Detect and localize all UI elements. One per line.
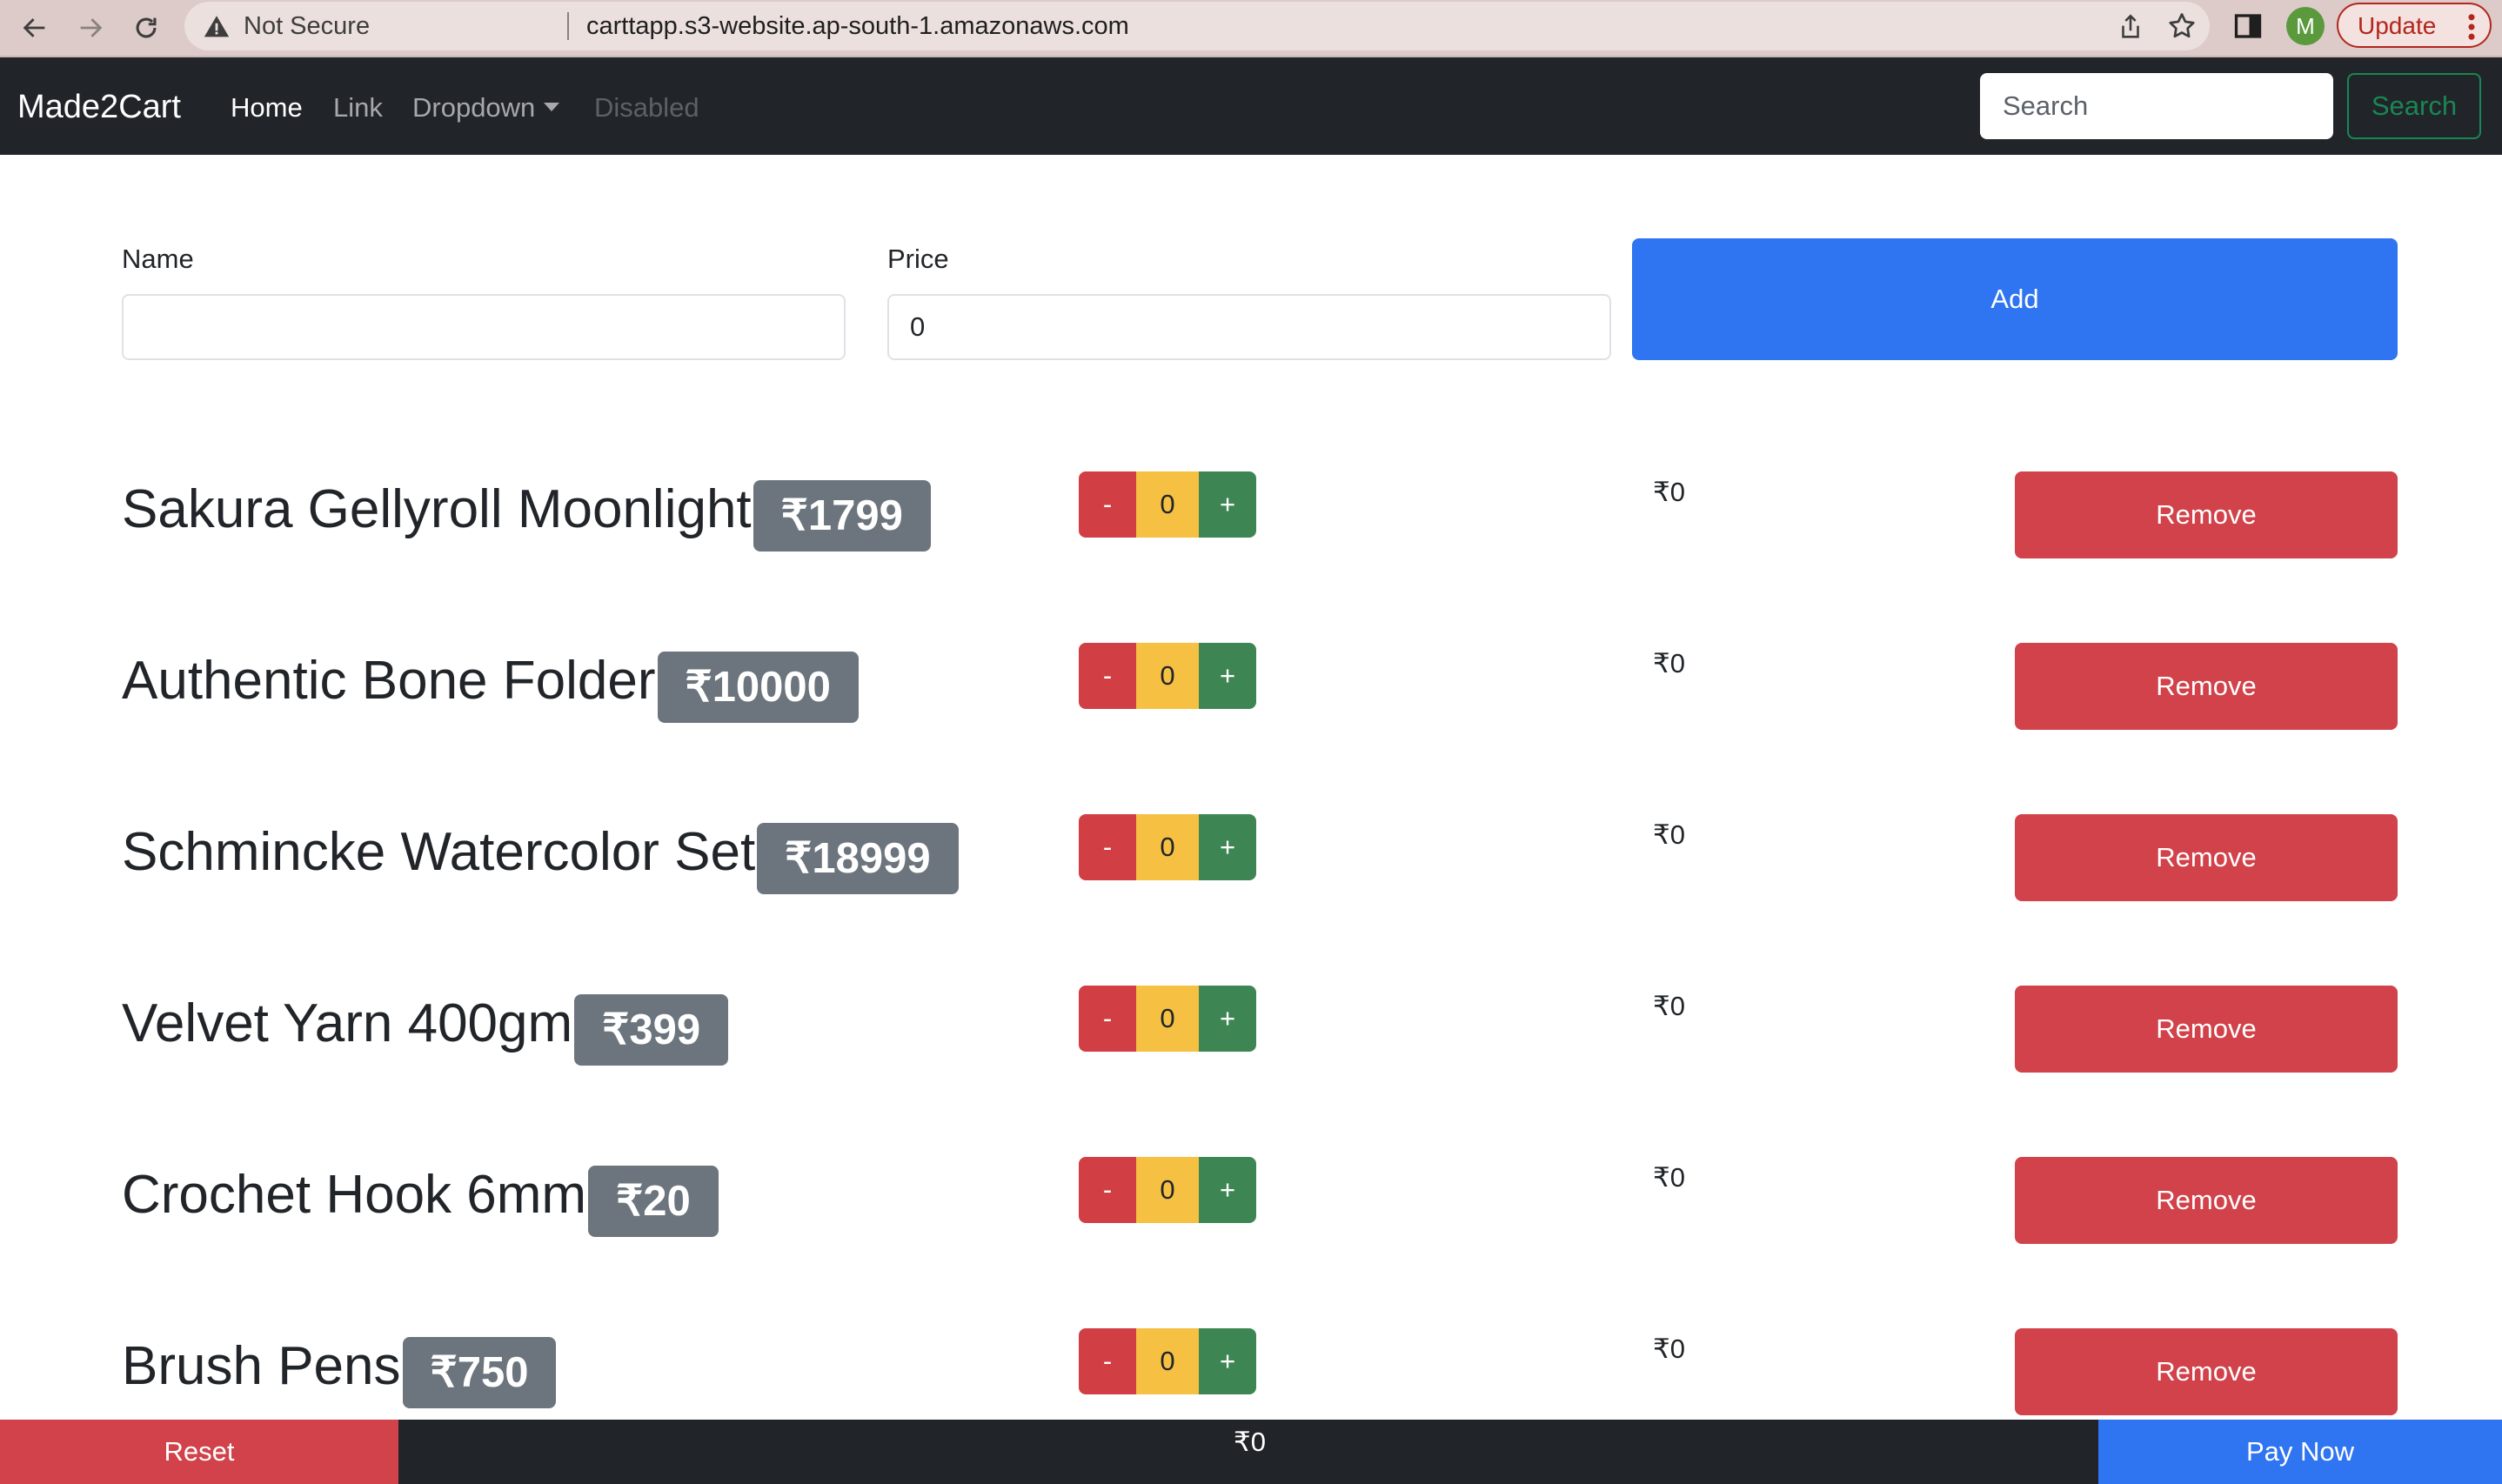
divider [567,12,569,40]
name-input[interactable] [122,294,846,360]
quantity-value: 0 [1136,643,1199,709]
share-icon[interactable] [2116,12,2145,42]
quantity-value: 0 [1136,1328,1199,1394]
product-title: Sakura Gellyroll Moonlight ₹1799 [122,477,931,551]
quantity-stepper: - 0 + [1079,1157,1256,1223]
product-row: Brush Pens ₹750 - 0 + ₹0 Remove [0,1328,2502,1424]
quantity-stepper: - 0 + [1079,1328,1256,1394]
remove-button[interactable]: Remove [2015,1157,2398,1244]
search-button[interactable]: Search [2347,73,2481,139]
line-total: ₹0 [1653,819,1685,850]
update-label: Update [2358,12,2437,39]
quantity-value: 0 [1136,471,1199,538]
product-name: Crochet Hook 6mm [122,1165,587,1225]
line-total: ₹0 [1653,477,1685,507]
security-label[interactable]: Not Secure [244,10,370,42]
name-label: Name [122,244,194,274]
product-title: Authentic Bone Folder ₹10000 [122,648,859,723]
price-input[interactable] [887,294,1611,360]
address-bar[interactable]: Not Secure carttapp.s3-website.ap-south-… [184,2,2210,50]
product-name: Schmincke Watercolor Set [122,822,756,882]
url-text[interactable]: carttapp.s3-website.ap-south-1.amazonaws… [586,10,1129,42]
price-badge: ₹750 [402,1337,557,1408]
product-title: Velvet Yarn 400gm ₹399 [122,991,729,1066]
price-badge: ₹1799 [753,480,931,551]
decrement-button[interactable]: - [1079,1328,1136,1394]
price-badge: ₹18999 [757,823,959,894]
product-name: Velvet Yarn 400gm [122,993,573,1053]
product-row: Schmincke Watercolor Set ₹18999 - 0 + ₹0… [0,814,2502,910]
browser-update-button[interactable]: Update [2337,3,2492,48]
product-name: Brush Pens [122,1336,401,1396]
brand-logo[interactable]: Made2Cart [17,87,181,127]
remove-button[interactable]: Remove [2015,643,2398,730]
side-panel-icon[interactable] [2232,10,2264,42]
increment-button[interactable]: + [1199,1157,1256,1223]
product-title: Brush Pens ₹750 [122,1334,557,1408]
product-row: Crochet Hook 6mm ₹20 - 0 + ₹0 Remove [0,1157,2502,1253]
price-label: Price [887,244,949,274]
nav-link-link[interactable]: Link [333,90,383,125]
reload-icon[interactable] [125,7,167,49]
increment-button[interactable]: + [1199,986,1256,1052]
remove-button[interactable]: Remove [2015,986,2398,1073]
increment-button[interactable]: + [1199,471,1256,538]
line-total: ₹0 [1653,991,1685,1021]
product-name: Sakura Gellyroll Moonlight [122,479,752,539]
decrement-button[interactable]: - [1079,986,1136,1052]
decrement-button[interactable]: - [1079,814,1136,880]
remove-button[interactable]: Remove [2015,1328,2398,1415]
quantity-value: 0 [1136,986,1199,1052]
caret-down-icon [544,103,560,111]
pay-now-button[interactable]: Pay Now [2098,1420,2502,1484]
decrement-button[interactable]: - [1079,643,1136,709]
forward-icon[interactable] [70,7,111,49]
line-total: ₹0 [1653,1162,1685,1193]
nav-link-disabled: Disabled [594,92,699,123]
cart-footer: Reset ₹0 Pay Now [0,1420,2502,1484]
decrement-button[interactable]: - [1079,471,1136,538]
top-navbar: Made2Cart Home Link Dropdown Disabled Se… [0,57,2502,155]
line-total: ₹0 [1653,648,1685,678]
nav-dropdown[interactable]: Dropdown [412,90,560,125]
price-badge: ₹10000 [657,652,859,723]
increment-button[interactable]: + [1199,1328,1256,1394]
increment-button[interactable]: + [1199,814,1256,880]
warning-icon [204,16,230,37]
product-row: Sakura Gellyroll Moonlight ₹1799 - 0 + ₹… [0,471,2502,567]
increment-button[interactable]: + [1199,643,1256,709]
nav-link-home[interactable]: Home [231,90,303,125]
profile-avatar[interactable]: M [2286,7,2325,45]
back-icon[interactable] [14,7,56,49]
quantity-value: 0 [1136,1157,1199,1223]
browser-toolbar: Not Secure carttapp.s3-website.ap-south-… [0,0,2502,57]
more-menu-icon [2468,14,2475,40]
search-input[interactable] [1980,73,2333,139]
decrement-button[interactable]: - [1079,1157,1136,1223]
quantity-value: 0 [1136,814,1199,880]
cart-total: ₹0 [1234,1427,1266,1457]
product-title: Schmincke Watercolor Set ₹18999 [122,819,959,894]
quantity-stepper: - 0 + [1079,986,1256,1052]
nav-dropdown-label: Dropdown [412,92,536,123]
product-row: Authentic Bone Folder ₹10000 - 0 + ₹0 Re… [0,643,2502,739]
reset-button[interactable]: Reset [0,1420,398,1484]
product-name: Authentic Bone Folder [122,651,656,711]
remove-button[interactable]: Remove [2015,814,2398,901]
product-title: Crochet Hook 6mm ₹20 [122,1162,719,1237]
line-total: ₹0 [1653,1334,1685,1364]
bookmark-star-icon[interactable] [2166,10,2198,42]
price-badge: ₹20 [588,1166,719,1237]
quantity-stepper: - 0 + [1079,814,1256,880]
add-button[interactable]: Add [1632,238,2398,360]
remove-button[interactable]: Remove [2015,471,2398,558]
product-row: Velvet Yarn 400gm ₹399 - 0 + ₹0 Remove [0,986,2502,1081]
quantity-stepper: - 0 + [1079,643,1256,709]
quantity-stepper: - 0 + [1079,471,1256,538]
price-badge: ₹399 [574,994,729,1066]
